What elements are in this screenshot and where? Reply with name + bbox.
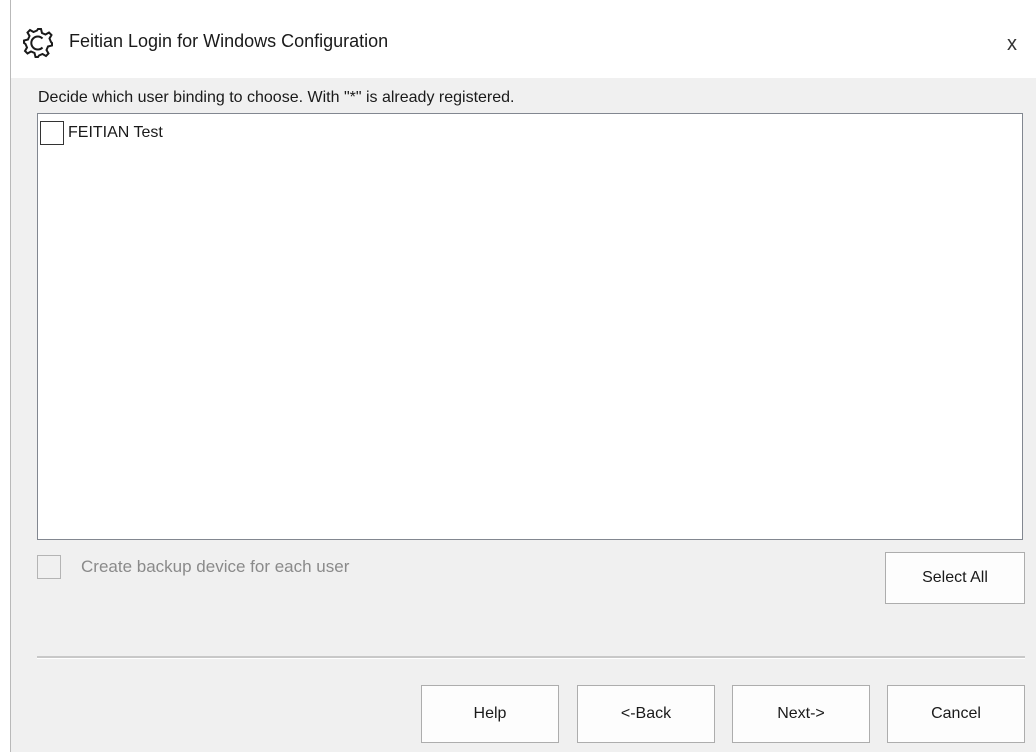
close-icon: x <box>1007 32 1017 55</box>
backup-device-option: Create backup device for each user <box>37 555 349 579</box>
config-dialog: Feitian Login for Windows Configuration … <box>10 0 1036 752</box>
backup-device-checkbox <box>37 555 61 579</box>
gear-icon <box>21 26 55 60</box>
next-button[interactable]: Next-> <box>732 685 870 743</box>
separator <box>37 656 1025 659</box>
back-button[interactable]: <-Back <box>577 685 715 743</box>
user-label: FEITIAN Test <box>68 124 163 141</box>
window-title: Feitian Login for Windows Configuration <box>69 31 389 51</box>
backup-device-label: Create backup device for each user <box>81 557 350 576</box>
title-bar[interactable]: Feitian Login for Windows Configuration … <box>11 0 1036 78</box>
close-button[interactable]: x <box>988 20 1036 68</box>
instruction-text: Decide which user binding to choose. Wit… <box>38 89 515 106</box>
cancel-button[interactable]: Cancel <box>887 685 1025 743</box>
list-item[interactable]: FEITIAN Test <box>40 118 163 148</box>
select-all-button[interactable]: Select All <box>885 552 1025 604</box>
user-checkbox[interactable] <box>40 121 64 145</box>
help-button[interactable]: Help <box>421 685 559 743</box>
user-list[interactable]: FEITIAN Test <box>37 113 1023 540</box>
